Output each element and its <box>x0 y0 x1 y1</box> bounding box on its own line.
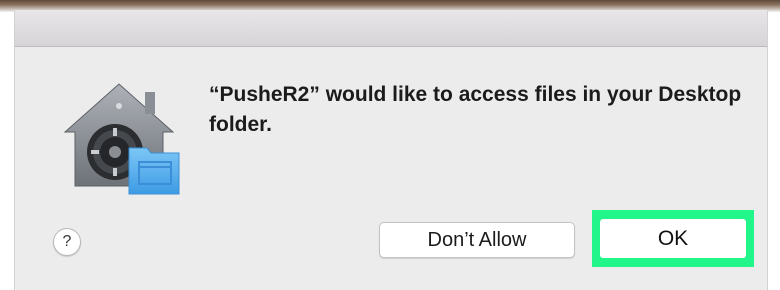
permission-dialog: “PusheR2” would like to access files in … <box>14 10 768 290</box>
help-button[interactable]: ? <box>53 228 81 256</box>
dialog-message: “PusheR2” would like to access files in … <box>209 83 742 136</box>
ok-button[interactable]: OK <box>600 219 746 258</box>
ok-button-highlight: OK <box>592 210 754 267</box>
dialog-titlebar <box>15 10 767 47</box>
dont-allow-button[interactable]: Don’t Allow <box>379 222 575 258</box>
privacy-lock-folder-icon <box>59 76 189 198</box>
